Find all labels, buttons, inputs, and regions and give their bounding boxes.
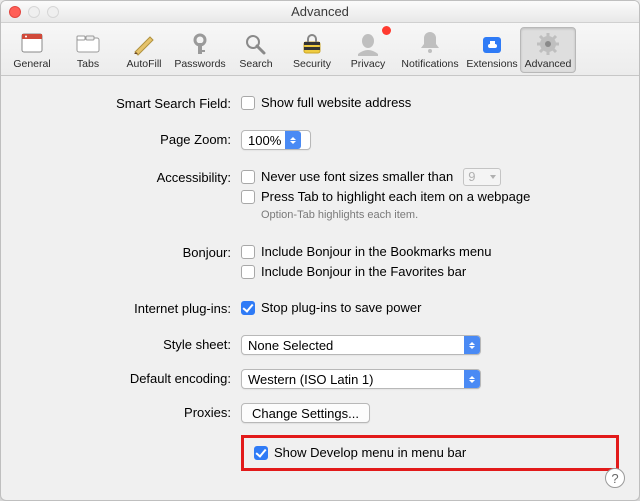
toolbar-autofill[interactable]: AutoFill — [116, 27, 172, 73]
stop-plugins-checkbox[interactable]: Stop plug-ins to save power — [241, 299, 619, 317]
stylesheet-label: Style sheet: — [21, 335, 241, 352]
select-value: 100% — [248, 133, 281, 148]
select-value: None Selected — [248, 338, 333, 353]
toolbar-passwords[interactable]: Passwords — [172, 27, 228, 73]
toolbar-privacy[interactable]: Privacy — [340, 27, 396, 73]
plugins-label: Internet plug-ins: — [21, 299, 241, 316]
security-icon — [298, 32, 326, 56]
change-settings-button[interactable]: Change Settings... — [241, 403, 370, 423]
toolbar-label: Privacy — [351, 58, 385, 70]
proxies-label: Proxies: — [21, 403, 241, 420]
checkbox-label: Stop plug-ins to save power — [261, 299, 421, 317]
help-icon: ? — [611, 471, 618, 486]
button-label: Change Settings... — [252, 406, 359, 421]
select-value: Western (ISO Latin 1) — [248, 372, 373, 387]
extensions-icon — [478, 32, 506, 56]
chevron-updown-icon — [464, 336, 480, 354]
stylesheet-select[interactable]: None Selected — [241, 335, 481, 355]
toolbar-label: Notifications — [401, 58, 458, 70]
minimize-icon[interactable] — [28, 6, 40, 18]
bonjour-favorites-checkbox[interactable]: Include Bonjour in the Favorites bar — [241, 263, 619, 281]
min-font-size-checkbox[interactable]: Never use font sizes smaller than 9 — [241, 168, 619, 186]
titlebar: Advanced — [1, 1, 639, 23]
toolbar-label: General — [13, 58, 50, 70]
content-pane: Smart Search Field: Show full website ad… — [1, 76, 639, 471]
checkbox-label: Show Develop menu in menu bar — [274, 444, 466, 462]
bonjour-label: Bonjour: — [21, 243, 241, 260]
toolbar-label: Extensions — [466, 58, 517, 70]
notification-badge-icon — [382, 26, 391, 35]
page-zoom-label: Page Zoom: — [21, 130, 241, 147]
press-tab-checkbox[interactable]: Press Tab to highlight each item on a we… — [241, 188, 619, 206]
encoding-select[interactable]: Western (ISO Latin 1) — [241, 369, 481, 389]
toolbar-extensions[interactable]: Extensions — [464, 27, 520, 73]
toolbar-label: Passwords — [174, 58, 225, 70]
toolbar-search[interactable]: Search — [228, 27, 284, 73]
zoom-icon[interactable] — [47, 6, 59, 18]
toolbar-label: Advanced — [525, 58, 572, 70]
checkbox-label: Show full website address — [261, 94, 411, 112]
toolbar-tabs[interactable]: Tabs — [60, 27, 116, 73]
press-tab-hint: Option-Tab highlights each item. — [241, 209, 619, 221]
toolbar-label: Security — [293, 58, 331, 70]
advanced-icon — [534, 32, 562, 56]
toolbar-security[interactable]: Security — [284, 27, 340, 73]
traffic-lights — [9, 6, 59, 18]
highlight-annotation: Show Develop menu in menu bar — [241, 435, 619, 471]
smart-search-label: Smart Search Field: — [21, 94, 241, 111]
help-button[interactable]: ? — [605, 468, 625, 488]
checkbox-label: Include Bonjour in the Bookmarks menu — [261, 243, 492, 261]
toolbar-notifications[interactable]: Notifications — [396, 27, 464, 73]
notifications-icon — [416, 32, 444, 56]
toolbar-general[interactable]: General — [4, 27, 60, 73]
bonjour-bookmarks-checkbox[interactable]: Include Bonjour in the Bookmarks menu — [241, 243, 619, 261]
accessibility-label: Accessibility: — [21, 168, 241, 185]
show-full-url-checkbox[interactable]: Show full website address — [241, 94, 619, 112]
checkbox-label: Press Tab to highlight each item on a we… — [261, 188, 530, 206]
toolbar: General Tabs AutoFill Passwords Search S… — [1, 23, 639, 76]
tabs-icon — [74, 32, 102, 56]
toolbar-advanced[interactable]: Advanced — [520, 27, 576, 73]
show-develop-menu-checkbox[interactable]: Show Develop menu in menu bar — [254, 444, 606, 462]
encoding-label: Default encoding: — [21, 369, 241, 386]
toolbar-label: Search — [239, 58, 272, 70]
privacy-icon — [354, 32, 382, 56]
checkbox-label: Never use font sizes smaller than — [261, 168, 453, 186]
checkbox-label: Include Bonjour in the Favorites bar — [261, 263, 466, 281]
chevron-updown-icon — [285, 131, 301, 149]
passwords-icon — [186, 32, 214, 56]
page-zoom-select[interactable]: 100% — [241, 130, 311, 150]
min-font-size-stepper[interactable]: 9 — [463, 168, 501, 186]
preferences-window: Advanced General Tabs AutoFill Passwords… — [0, 0, 640, 501]
search-icon — [242, 32, 270, 56]
toolbar-label: AutoFill — [126, 58, 161, 70]
autofill-icon — [130, 32, 158, 56]
window-title: Advanced — [291, 4, 349, 19]
chevron-updown-icon — [464, 370, 480, 388]
close-icon[interactable] — [9, 6, 21, 18]
toolbar-label: Tabs — [77, 58, 99, 70]
general-icon — [18, 32, 46, 56]
